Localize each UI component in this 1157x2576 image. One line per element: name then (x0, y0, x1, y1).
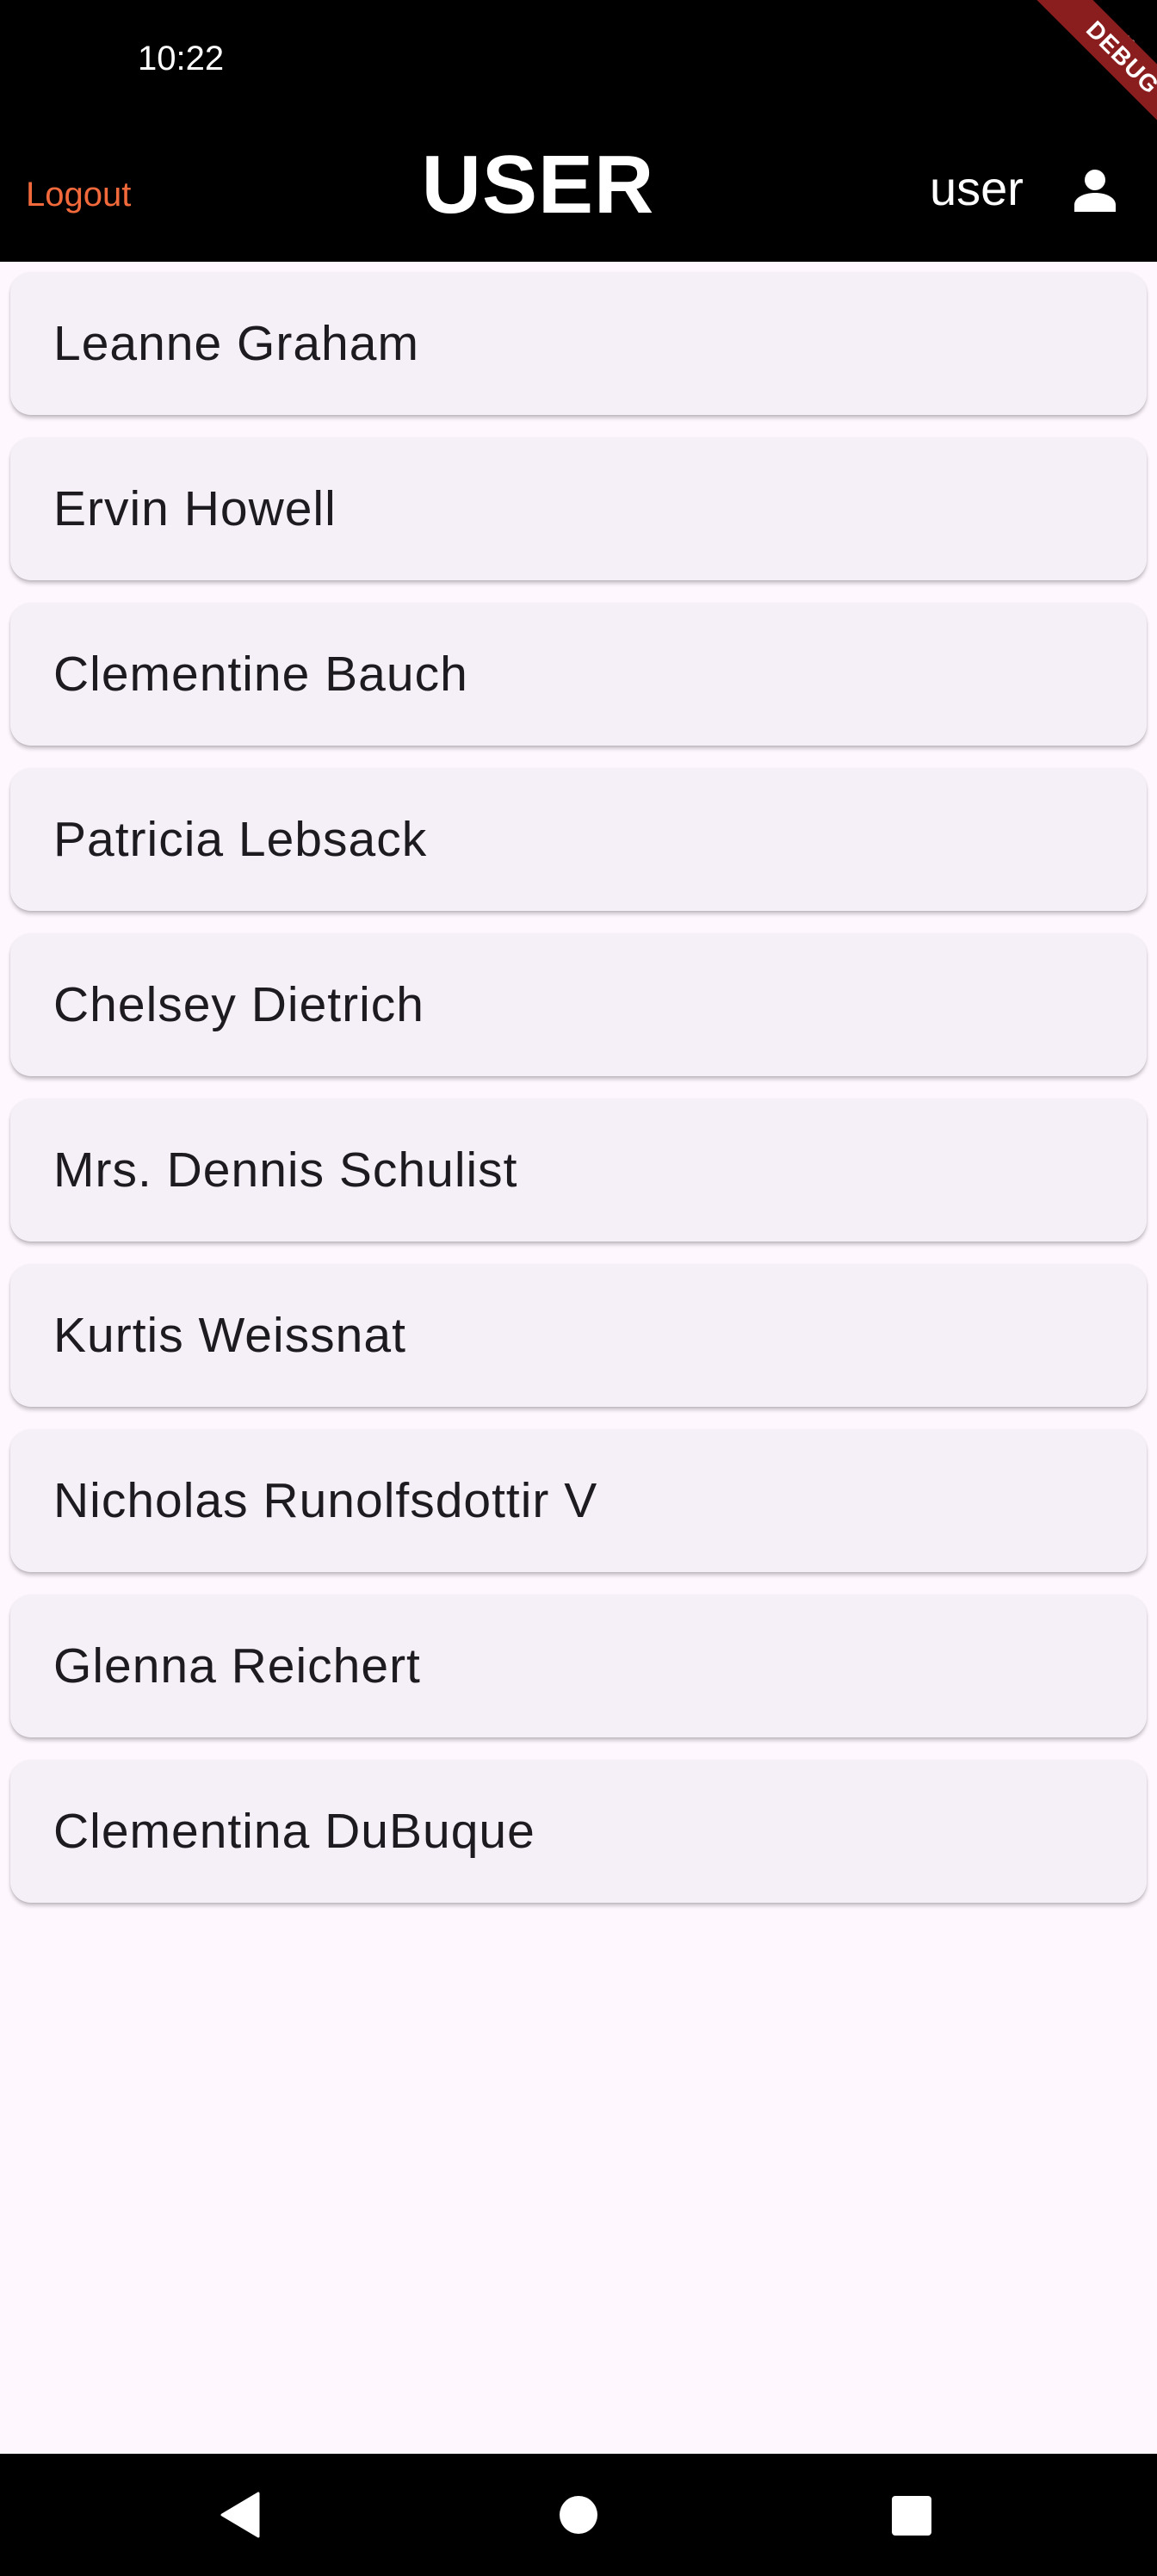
back-triangle-icon[interactable] (219, 2492, 260, 2538)
recents-square-icon[interactable] (892, 2496, 931, 2536)
debug-banner-label: DEBUG (1017, 0, 1157, 164)
user-name: Ervin Howell (53, 481, 337, 536)
user-name: Kurtis Weissnat (53, 1308, 406, 1363)
user-name: Leanne Graham (53, 316, 419, 371)
user-name: Chelsey Dietrich (53, 977, 424, 1032)
user-card[interactable]: Patricia Lebsack (10, 768, 1147, 911)
user-name: Patricia Lebsack (53, 812, 428, 867)
user-card[interactable]: Chelsey Dietrich (10, 933, 1147, 1076)
user-card[interactable]: Clementina DuBuque (10, 1760, 1147, 1903)
user-card[interactable]: Clementine Bauch (10, 603, 1147, 746)
user-card[interactable]: Leanne Graham (10, 272, 1147, 415)
page-title: USER (421, 139, 655, 231)
user-name: Mrs. Dennis Schulist (53, 1142, 518, 1198)
user-card[interactable]: Kurtis Weissnat (10, 1264, 1147, 1407)
home-circle-icon[interactable] (560, 2496, 597, 2534)
user-card[interactable]: Glenna Reichert (10, 1595, 1147, 1737)
user-card[interactable]: Ervin Howell (10, 437, 1147, 580)
debug-banner: DEBUG (985, 0, 1157, 172)
user-list: Leanne Graham Ervin Howell Clementine Ba… (10, 272, 1147, 1925)
user-name: Nicholas Runolfsdottir V (53, 1473, 598, 1528)
user-card[interactable]: Mrs. Dennis Schulist (10, 1099, 1147, 1242)
user-name: Clementina DuBuque (53, 1804, 535, 1859)
user-name: Glenna Reichert (53, 1638, 421, 1694)
user-card[interactable]: Nicholas Runolfsdottir V (10, 1429, 1147, 1572)
user-name: Clementine Bauch (53, 647, 468, 702)
status-time: 10:22 (138, 40, 225, 77)
person-icon[interactable] (1073, 169, 1117, 212)
